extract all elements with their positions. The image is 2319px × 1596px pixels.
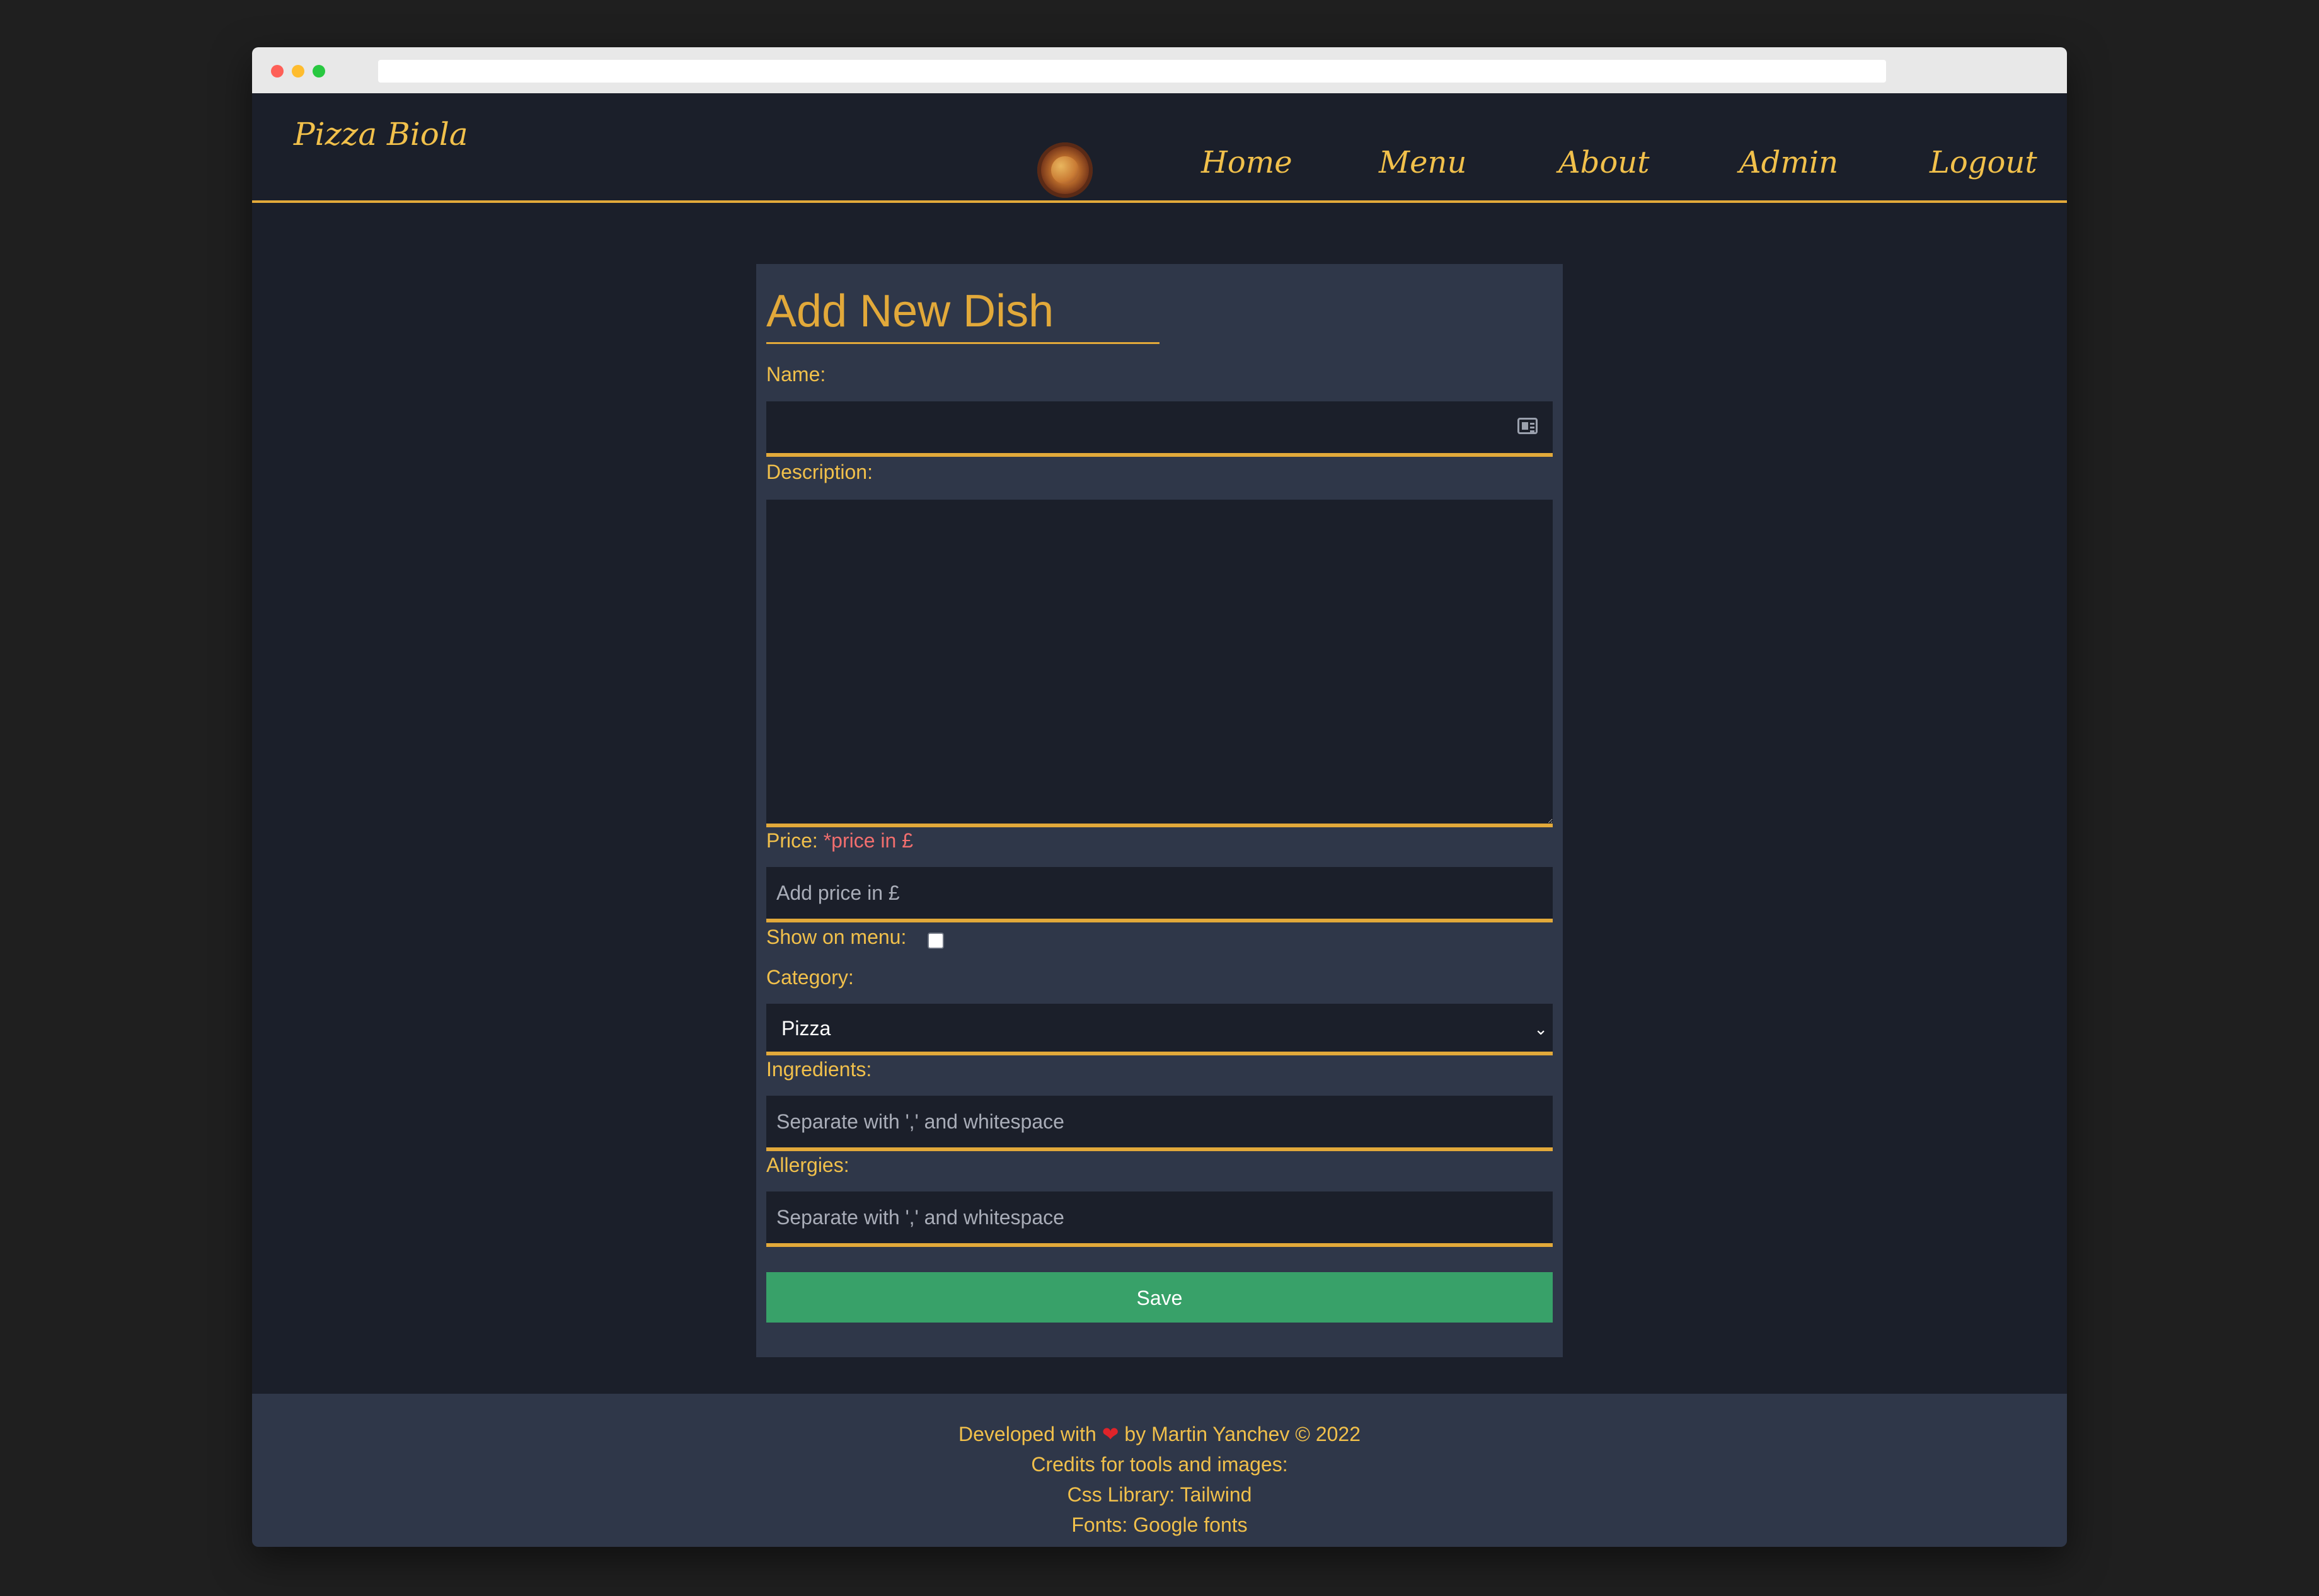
heart-icon: ❤ [1102, 1423, 1119, 1445]
category-selected-value: Pizza [781, 1017, 831, 1040]
footer-developed-line: Developed with ❤ by Martin Yanchev © 202… [252, 1419, 2067, 1449]
footer: Developed with ❤ by Martin Yanchev © 202… [252, 1394, 2067, 1547]
maximize-window-icon[interactable] [313, 65, 325, 78]
show-on-menu-checkbox[interactable] [928, 933, 944, 949]
contact-card-icon[interactable] [1517, 418, 1538, 434]
minimize-window-icon[interactable] [292, 65, 304, 78]
pizza-logo-icon[interactable] [1037, 142, 1093, 198]
price-note: *price in £ [823, 829, 913, 852]
nav-menu-link[interactable]: Menu [1379, 145, 1466, 180]
browser-window: Pizza Biola Home Menu About Admin Logout… [252, 47, 2067, 1547]
brand-logo-text[interactable]: Pizza Biola [294, 116, 468, 152]
navbar: Pizza Biola Home Menu About Admin Logout [252, 93, 2067, 203]
browser-chrome [252, 47, 2067, 93]
description-textarea[interactable] [766, 500, 1553, 827]
description-label: Description: [766, 461, 873, 483]
price-label: Price: *price in £ [766, 828, 913, 853]
price-input[interactable] [766, 867, 1553, 922]
chevron-down-icon: ⌄ [1534, 1019, 1548, 1038]
nav-admin-link[interactable]: Admin [1739, 145, 1838, 180]
ingredients-input[interactable] [766, 1096, 1553, 1151]
price-label-text: Price: [766, 829, 818, 852]
name-input[interactable] [766, 401, 1553, 457]
category-label: Category: [766, 966, 854, 989]
main-content: Add New Dish Name: Description: Price: *… [252, 203, 2067, 1394]
footer-fonts-credit[interactable]: Fonts: Google fonts [252, 1510, 2067, 1540]
name-label: Name: [766, 363, 826, 386]
footer-developed-prefix: Developed with [958, 1423, 1096, 1445]
allergies-label: Allergies: [766, 1154, 849, 1176]
footer-developed-suffix: by Martin Yanchev © 2022 [1124, 1423, 1361, 1445]
footer-images-credit[interactable]: Images: Unsplash [252, 1540, 2067, 1547]
ingredients-label: Ingredients: [766, 1058, 872, 1081]
nav-about-link[interactable]: About [1558, 145, 1650, 180]
name-field-wrapper [766, 401, 1553, 457]
nav-home-link[interactable]: Home [1201, 145, 1292, 180]
save-button[interactable]: Save [766, 1272, 1553, 1323]
title-underline [766, 342, 1160, 344]
close-window-icon[interactable] [271, 65, 284, 78]
allergies-input[interactable] [766, 1191, 1553, 1247]
show-on-menu-label: Show on menu: [766, 926, 907, 948]
nav-logout-link[interactable]: Logout [1930, 145, 2037, 180]
page-title: Add New Dish [766, 286, 1054, 336]
address-bar[interactable] [378, 60, 1886, 83]
footer-css-credit[interactable]: Css Library: Tailwind [252, 1479, 2067, 1510]
add-dish-form: Add New Dish Name: Description: Price: *… [756, 264, 1563, 1357]
footer-credits: Credits for tools and images: [1031, 1453, 1288, 1476]
category-select[interactable]: Pizza ⌄ [766, 1004, 1553, 1055]
